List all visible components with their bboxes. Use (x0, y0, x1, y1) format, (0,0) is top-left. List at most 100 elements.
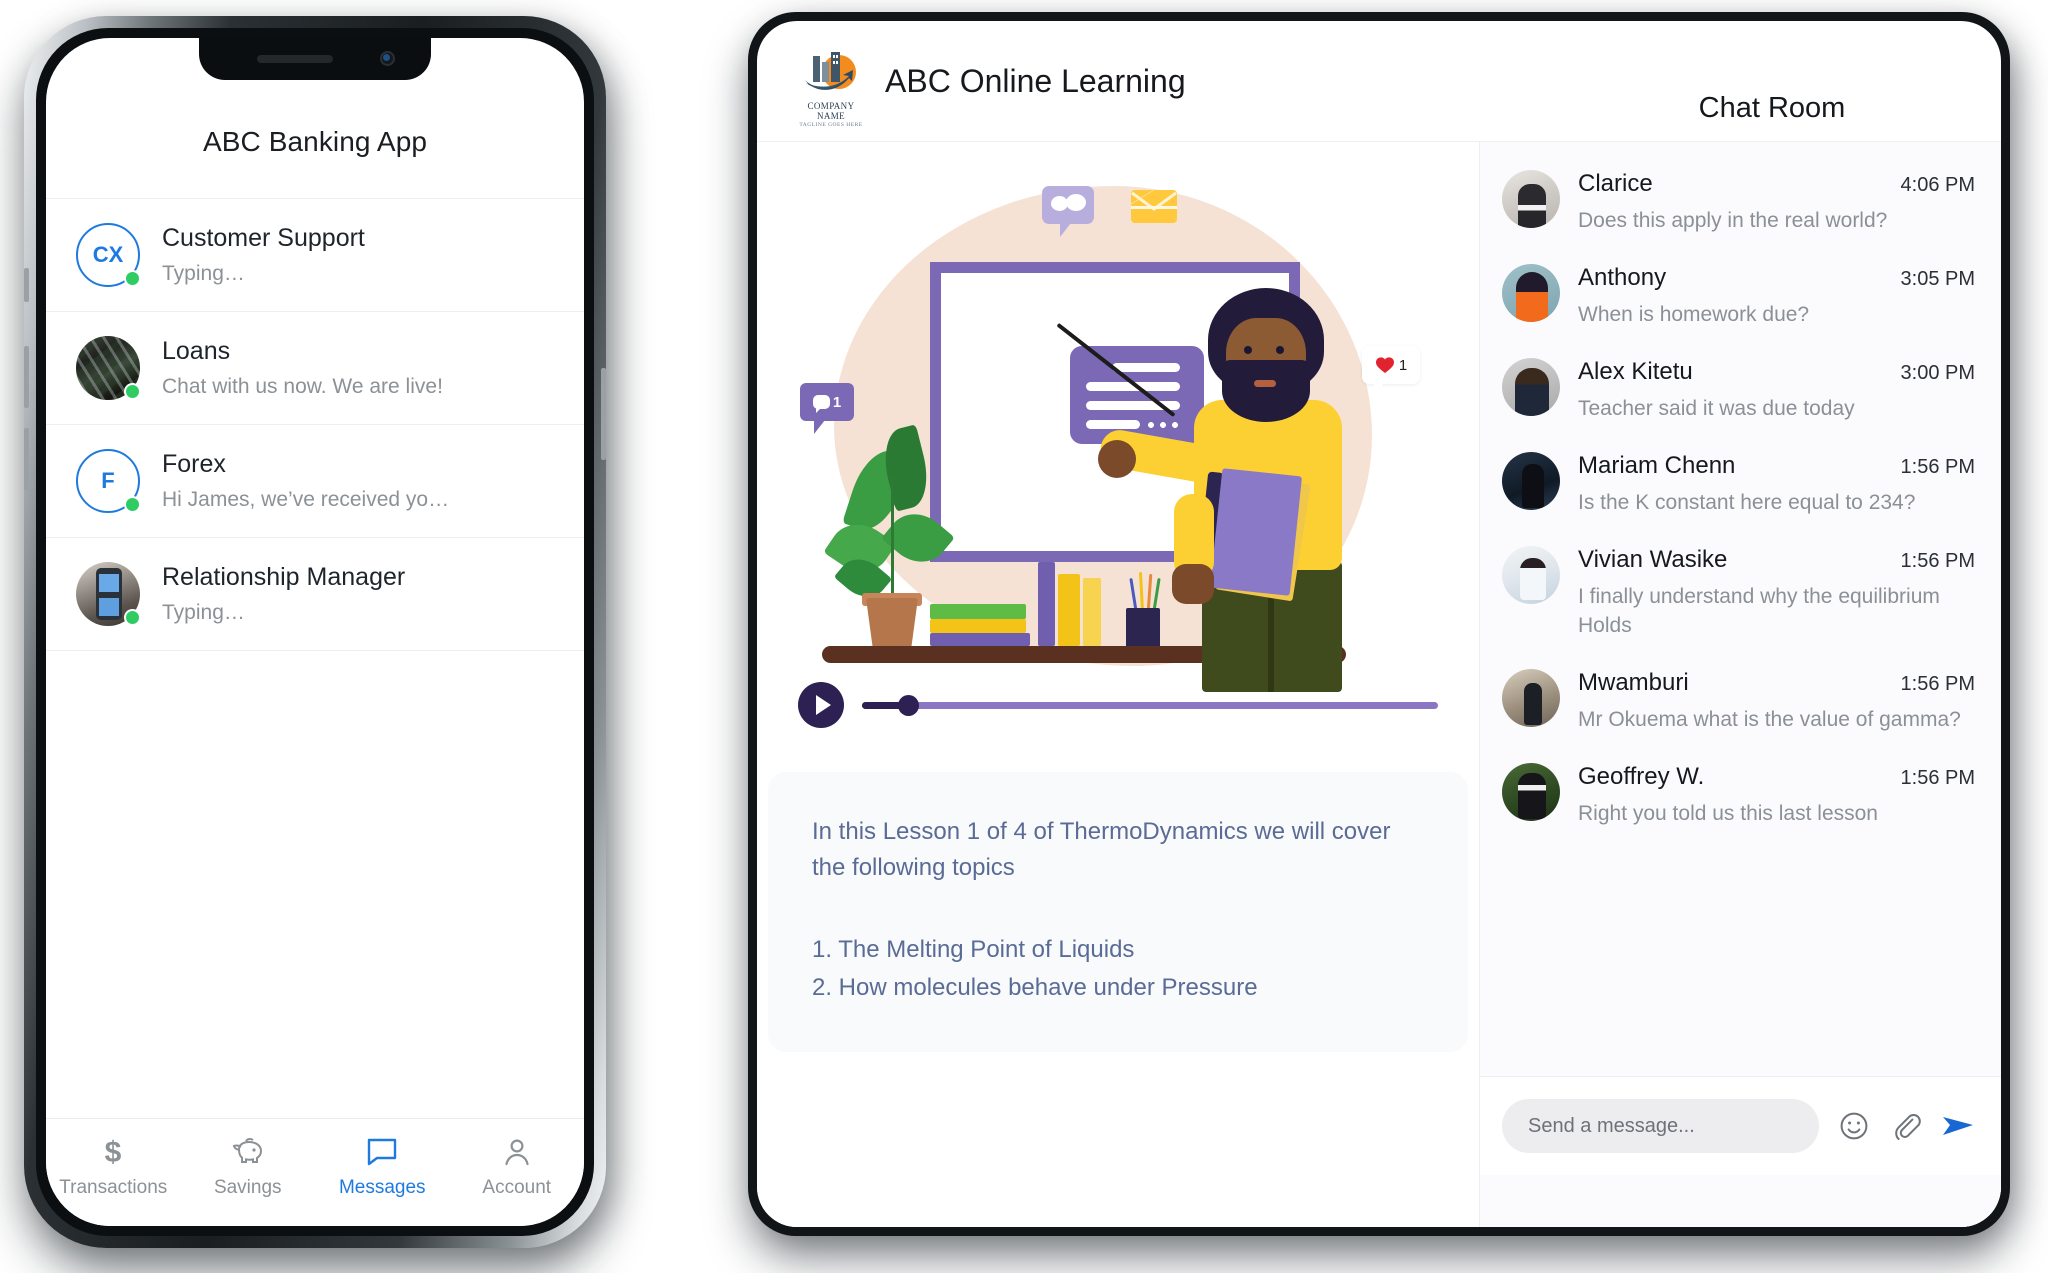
chat-message-body: Alex Kitetu 3:00 PM Teacher said it was … (1578, 358, 1975, 424)
chat-message-sender: Mwamburi (1578, 668, 1689, 696)
chat-message-text: Teacher said it was due today (1578, 396, 1855, 420)
conversation-row-forex[interactable]: F Forex Hi James, we’ve received yo… (46, 425, 584, 538)
chat-room-panel: Clarice 4:06 PM Does this apply in the r… (1479, 142, 2001, 1227)
comment-count-badge: 1 (800, 383, 854, 434)
chat-message-text: I finally understand why the equilibrium… (1578, 584, 1940, 637)
chat-message-list[interactable]: Clarice 4:06 PM Does this apply in the r… (1480, 142, 2001, 1076)
tab-transactions[interactable]: $ Transactions (46, 1133, 181, 1199)
chat-message-text: When is homework due? (1578, 302, 1810, 326)
piggy-bank-icon (181, 1133, 316, 1171)
chat-bubbles-badge-icon (1042, 186, 1094, 237)
phone-power-button[interactable] (601, 368, 606, 460)
phone-volume-up-button[interactable] (24, 346, 29, 408)
lesson-topic-list: 1. The Melting Point of Liquids 2. How m… (812, 931, 1424, 1008)
chat-room-header: Chat Room (1543, 21, 2001, 141)
books-stack (930, 548, 1161, 648)
online-status-dot (124, 383, 141, 400)
conversation-row-relationship-manager[interactable]: Relationship Manager Typing… (46, 538, 584, 651)
conversation-name: Customer Support (162, 224, 365, 252)
phone-device: ABC Banking App CX Customer Support Typi… (18, 10, 618, 1263)
tab-messages[interactable]: Messages (315, 1133, 450, 1199)
avatar (1502, 263, 1560, 322)
avatar (1502, 357, 1560, 416)
avatar (76, 336, 141, 400)
chat-message-row[interactable]: Vivian Wasike 1:56 PM I finally understa… (1480, 532, 2001, 655)
phone-frame: ABC Banking App CX Customer Support Typi… (24, 16, 606, 1248)
tab-savings[interactable]: Savings (181, 1133, 316, 1199)
tab-label: Messages (338, 1177, 426, 1198)
chat-message-sender: Clarice (1578, 170, 1653, 197)
tablet-device: COMPANY NAME TAGLINE GOES HERE ABC Onlin… (740, 4, 2040, 1266)
tablet-top-bar: COMPANY NAME TAGLINE GOES HERE ABC Onlin… (757, 21, 2001, 141)
phone-mute-switch[interactable] (24, 268, 29, 302)
video-progress-slider[interactable] (862, 694, 1438, 716)
tablet-body: 1 1 In this Lesson 1 of 4 of ThermoDynam… (757, 141, 2001, 1227)
conversation-row-customer-support[interactable]: CX Customer Support Typing… (46, 198, 584, 312)
online-status-dot (124, 609, 141, 626)
conversation-row-loans[interactable]: Loans Chat with us now. We are live! (46, 312, 584, 425)
chat-message-sender: Mariam Chenn (1578, 451, 1736, 479)
person-icon (450, 1133, 585, 1171)
chat-message-body: Mwamburi 1:56 PM Mr Okuema what is the v… (1578, 669, 1975, 735)
tablet-frame: COMPANY NAME TAGLINE GOES HERE ABC Onlin… (748, 12, 2010, 1236)
conversation-snippet: Typing… (162, 262, 245, 285)
chat-message-sender: Anthony (1578, 263, 1667, 291)
chat-message-row[interactable]: Geoffrey W. 1:56 PM Right you told us th… (1480, 749, 2001, 843)
conversation-meta: Customer Support Typing… (162, 224, 556, 286)
tab-label: Savings (213, 1177, 282, 1198)
chat-bubble-icon (315, 1133, 450, 1171)
message-composer (1480, 1076, 2001, 1175)
envelope-icon (1131, 190, 1177, 223)
lesson-description-card: In this Lesson 1 of 4 of ThermoDynamics … (768, 772, 1468, 1052)
bottom-tab-bar: $ Transactions Savings Messages Account (46, 1118, 584, 1226)
logo-company-name: COMPANY NAME (807, 101, 855, 121)
video-progress-handle[interactable] (898, 694, 919, 716)
lesson-topic-item: 2. How molecules behave under Pressure (812, 974, 1258, 1002)
chat-message-text: Right you told us this last lesson (1578, 801, 1878, 825)
tablet-app-title: ABC Online Learning (885, 62, 1186, 99)
chat-message-row[interactable]: Alex Kitetu 3:00 PM Teacher said it was … (1480, 344, 2001, 438)
conversation-meta: Loans Chat with us now. We are live! (162, 337, 556, 399)
conversation-name: Loans (162, 337, 231, 365)
svg-text:$: $ (105, 1136, 122, 1168)
front-camera-icon (380, 51, 395, 66)
phone-volume-down-button[interactable] (24, 428, 29, 490)
smiley-icon[interactable] (1837, 1109, 1871, 1143)
chat-message-row[interactable]: Mariam Chenn 1:56 PM Is the K constant h… (1480, 438, 2001, 532)
chat-message-row[interactable]: Clarice 4:06 PM Does this apply in the r… (1480, 156, 2001, 250)
lesson-intro-text: In this Lesson 1 of 4 of ThermoDynamics … (812, 818, 1391, 882)
conversation-snippet: Typing… (162, 601, 245, 624)
chat-message-time: 4:06 PM (1900, 174, 1975, 196)
chat-message-time: 1:56 PM (1900, 549, 1975, 572)
chat-message-body: Vivian Wasike 1:56 PM I finally understa… (1578, 546, 1975, 641)
teacher-figure (1056, 288, 1370, 692)
online-status-dot (124, 496, 141, 513)
chat-message-text: Is the K constant here equal to 234? (1578, 490, 1916, 514)
chat-message-time: 1:56 PM (1900, 672, 1975, 695)
chat-message-sender: Alex Kitetu (1578, 357, 1693, 385)
chat-message-sender: Geoffrey W. (1578, 762, 1705, 790)
company-logo-icon: COMPANY NAME TAGLINE GOES HERE (799, 50, 863, 128)
avatar (1502, 762, 1560, 821)
tablet-screen: COMPANY NAME TAGLINE GOES HERE ABC Onlin… (757, 21, 2001, 1227)
chat-message-row[interactable]: Anthony 3:05 PM When is homework due? (1480, 250, 2001, 344)
phone-bezel: ABC Banking App CX Customer Support Typi… (36, 28, 594, 1236)
avatar: CX (76, 223, 141, 287)
chat-message-text: Mr Okuema what is the value of gamma? (1578, 707, 1961, 731)
chat-message-row[interactable]: Mwamburi 1:56 PM Mr Okuema what is the v… (1480, 655, 2001, 749)
chat-message-text: Does this apply in the real world? (1578, 209, 1888, 232)
message-input[interactable] (1502, 1099, 1819, 1153)
chat-message-body: Clarice 4:06 PM Does this apply in the r… (1578, 170, 1975, 236)
like-count-badge: 1 (1362, 346, 1420, 396)
send-icon[interactable] (1941, 1109, 1975, 1143)
tab-account[interactable]: Account (450, 1133, 585, 1199)
lesson-illustration: 1 1 (798, 178, 1438, 698)
avatar (1502, 451, 1560, 510)
composer-bottom-spacer (1480, 1175, 2001, 1227)
chat-message-body: Geoffrey W. 1:56 PM Right you told us th… (1578, 763, 1975, 829)
paperclip-icon[interactable] (1889, 1109, 1923, 1143)
conversation-meta: Relationship Manager Typing… (162, 563, 556, 625)
phone-screen: ABC Banking App CX Customer Support Typi… (46, 38, 584, 1226)
chat-message-body: Mariam Chenn 1:56 PM Is the K constant h… (1578, 452, 1975, 518)
like-count-value: 1 (1398, 356, 1408, 374)
